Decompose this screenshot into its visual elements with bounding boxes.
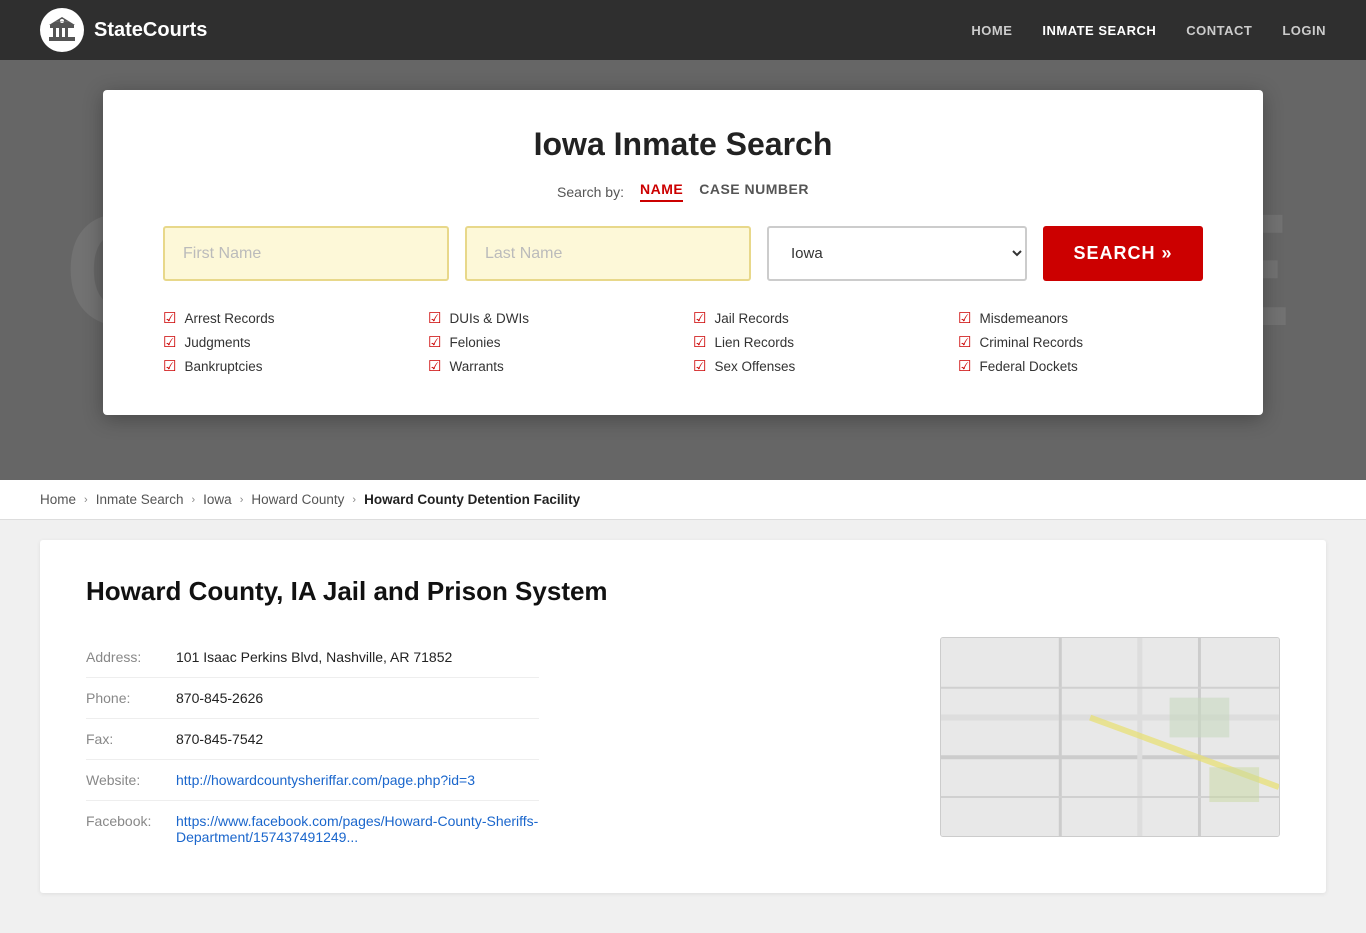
feature-label: Jail Records (714, 311, 788, 326)
feature-label: Judgments (184, 335, 250, 350)
map-roads-svg (941, 638, 1279, 837)
info-table: Address:101 Isaac Perkins Blvd, Nashvill… (86, 637, 539, 857)
feature-item: ☑ Bankruptcies (163, 357, 408, 375)
courthouse-icon (47, 15, 77, 45)
search-by-label: Search by: (557, 184, 624, 200)
nav-login[interactable]: LOGIN (1282, 23, 1326, 38)
info-value[interactable]: http://howardcountysheriffar.com/page.ph… (176, 760, 539, 801)
breadcrumb-home[interactable]: Home (40, 492, 76, 507)
info-link[interactable]: https://www.facebook.com/pages/Howard-Co… (176, 813, 538, 845)
last-name-input[interactable] (465, 226, 751, 281)
check-icon: ☑ (428, 309, 441, 327)
check-icon: ☑ (163, 333, 176, 351)
tab-case-number[interactable]: CASE NUMBER (699, 181, 809, 202)
check-icon: ☑ (958, 357, 971, 375)
feature-item: ☑ Jail Records (693, 309, 938, 327)
info-link[interactable]: http://howardcountysheriffar.com/page.ph… (176, 772, 475, 788)
feature-item: ☑ Felonies (428, 333, 673, 351)
search-button[interactable]: SEARCH » (1043, 226, 1203, 281)
info-row: Facebook:https://www.facebook.com/pages/… (86, 801, 539, 858)
feature-label: Bankruptcies (184, 359, 262, 374)
feature-item: ☑ Federal Dockets (958, 357, 1203, 375)
info-value: 101 Isaac Perkins Blvd, Nashville, AR 71… (176, 637, 539, 678)
info-label: Address: (86, 637, 176, 678)
check-icon: ☑ (163, 309, 176, 327)
first-name-input[interactable] (163, 226, 449, 281)
logo-icon (40, 8, 84, 52)
info-label: Fax: (86, 719, 176, 760)
hero-section: COURTHOUSE Iowa Inmate Search Search by:… (0, 60, 1366, 480)
check-icon: ☑ (958, 333, 971, 351)
feature-item: ☑ DUIs & DWIs (428, 309, 673, 327)
search-inputs-row: Iowa SEARCH » (163, 226, 1203, 281)
breadcrumb-sep-2: › (191, 494, 195, 506)
check-icon: ☑ (958, 309, 971, 327)
check-icon: ☑ (693, 357, 706, 375)
feature-label: Misdemeanors (979, 311, 1068, 326)
header: StateCourts HOME INMATE SEARCH CONTACT L… (0, 0, 1366, 60)
feature-item: ☑ Lien Records (693, 333, 938, 351)
feature-label: Criminal Records (979, 335, 1083, 350)
content-body: Address:101 Isaac Perkins Blvd, Nashvill… (86, 637, 1280, 857)
check-icon: ☑ (163, 357, 176, 375)
feature-label: Lien Records (714, 335, 794, 350)
breadcrumb-current: Howard County Detention Facility (364, 492, 580, 507)
logo-text: StateCourts (94, 19, 207, 42)
feature-label: Sex Offenses (714, 359, 795, 374)
feature-item: ☑ Criminal Records (958, 333, 1203, 351)
check-icon: ☑ (693, 333, 706, 351)
feature-label: Arrest Records (184, 311, 274, 326)
breadcrumb-inmate-search[interactable]: Inmate Search (96, 492, 184, 507)
search-card: Iowa Inmate Search Search by: NAME CASE … (103, 90, 1263, 415)
main-nav: HOME INMATE SEARCH CONTACT LOGIN (971, 23, 1326, 38)
search-title: Iowa Inmate Search (163, 126, 1203, 163)
info-label: Website: (86, 760, 176, 801)
main-content: Howard County, IA Jail and Prison System… (0, 520, 1366, 933)
breadcrumb-howard-county[interactable]: Howard County (251, 492, 344, 507)
breadcrumb-sep-3: › (240, 494, 244, 506)
search-by-row: Search by: NAME CASE NUMBER (163, 181, 1203, 202)
feature-label: Federal Dockets (979, 359, 1077, 374)
info-row: Website:http://howardcountysheriffar.com… (86, 760, 539, 801)
nav-home[interactable]: HOME (971, 23, 1012, 38)
tab-name[interactable]: NAME (640, 181, 683, 202)
feature-item: ☑ Arrest Records (163, 309, 408, 327)
feature-label: Warrants (449, 359, 503, 374)
content-card: Howard County, IA Jail and Prison System… (40, 540, 1326, 893)
facility-title: Howard County, IA Jail and Prison System (86, 576, 1280, 607)
nav-contact[interactable]: CONTACT (1186, 23, 1252, 38)
feature-item: ☑ Judgments (163, 333, 408, 351)
logo[interactable]: StateCourts (40, 8, 207, 52)
check-icon: ☑ (693, 309, 706, 327)
info-row: Phone:870-845-2626 (86, 678, 539, 719)
breadcrumb: Home › Inmate Search › Iowa › Howard Cou… (0, 480, 1366, 520)
info-section: Address:101 Isaac Perkins Blvd, Nashvill… (86, 637, 910, 857)
state-select[interactable]: Iowa (767, 226, 1027, 281)
info-value[interactable]: https://www.facebook.com/pages/Howard-Co… (176, 801, 539, 858)
map-placeholder: + − (940, 637, 1280, 837)
info-value: 870-845-7542 (176, 719, 539, 760)
breadcrumb-sep-1: › (84, 494, 88, 506)
breadcrumb-iowa[interactable]: Iowa (203, 492, 232, 507)
features-grid: ☑ Arrest Records ☑ DUIs & DWIs ☑ Jail Records… (163, 309, 1203, 375)
feature-item: ☑ Misdemeanors (958, 309, 1203, 327)
info-row: Address:101 Isaac Perkins Blvd, Nashvill… (86, 637, 539, 678)
feature-item: ☑ Warrants (428, 357, 673, 375)
check-icon: ☑ (428, 333, 441, 351)
feature-item: ☑ Sex Offenses (693, 357, 938, 375)
nav-inmate-search[interactable]: INMATE SEARCH (1042, 23, 1156, 38)
feature-label: Felonies (449, 335, 500, 350)
check-icon: ☑ (428, 357, 441, 375)
breadcrumb-sep-4: › (352, 494, 356, 506)
info-label: Facebook: (86, 801, 176, 858)
info-row: Fax:870-845-7542 (86, 719, 539, 760)
info-label: Phone: (86, 678, 176, 719)
feature-label: DUIs & DWIs (449, 311, 529, 326)
info-value: 870-845-2626 (176, 678, 539, 719)
map-section: + − (940, 637, 1280, 857)
